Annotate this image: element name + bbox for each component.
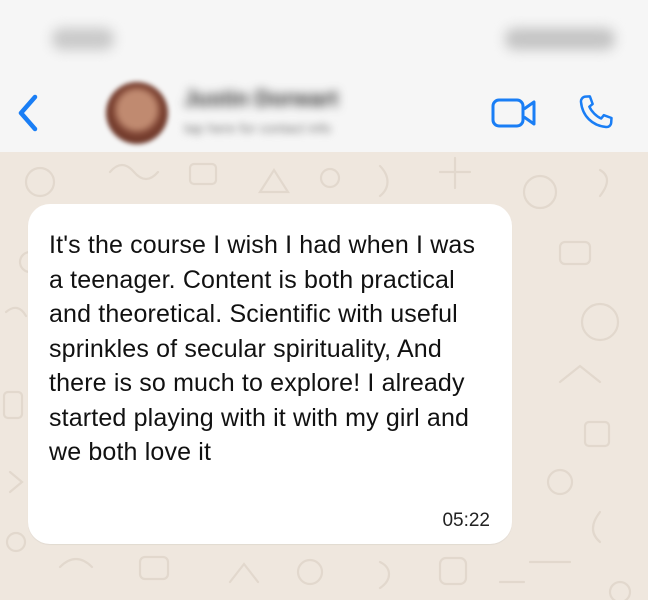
message-timestamp: 05:22 <box>442 510 490 531</box>
phone-icon <box>579 95 613 129</box>
contact-status[interactable]: tap here for contact info <box>184 120 331 136</box>
video-call-button[interactable] <box>490 96 538 130</box>
video-camera-icon <box>491 98 536 128</box>
contact-name[interactable]: Justin Dorwart <box>184 86 338 112</box>
message-bubble[interactable]: It's the course I wish I had when I was … <box>28 204 512 544</box>
status-bar-time <box>52 28 114 50</box>
voice-call-button[interactable] <box>576 92 616 132</box>
contact-avatar[interactable] <box>106 82 168 144</box>
message-text: It's the course I wish I had when I was … <box>49 231 476 466</box>
chat-header: Justin Dorwart tap here for contact info <box>0 0 648 152</box>
chat-area[interactable]: It's the course I wish I had when I was … <box>0 152 648 600</box>
chevron-left-icon <box>18 94 38 132</box>
back-button[interactable] <box>8 88 48 138</box>
status-bar-icons <box>505 28 615 50</box>
